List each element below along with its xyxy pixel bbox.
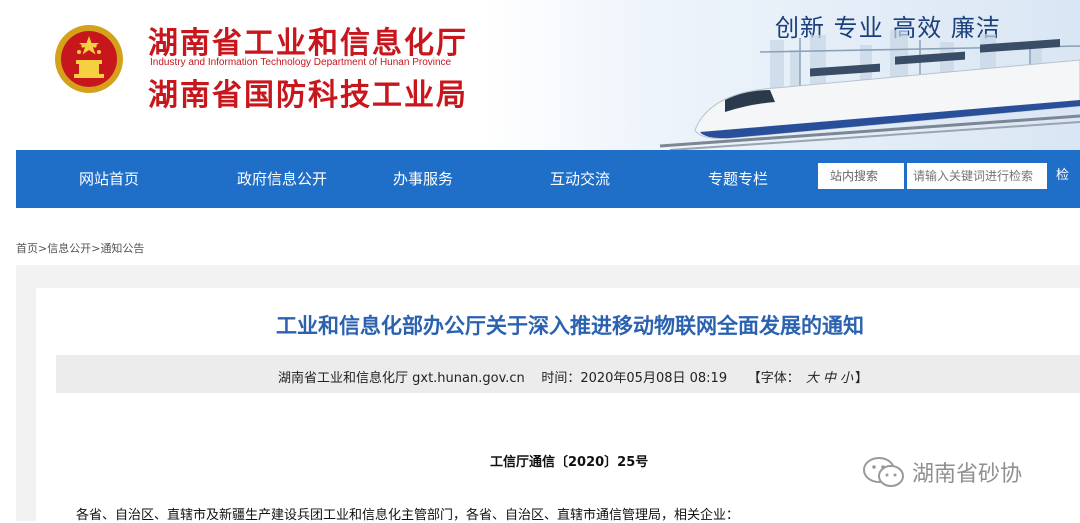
article-title: 工业和信息化部办公厅关于深入推进移动物联网全面发展的通知 xyxy=(276,314,864,338)
national-emblem-icon xyxy=(55,25,123,93)
font-size-prefix: 【字体： xyxy=(747,371,800,386)
nav-item-interaction[interactable]: 互动交流 xyxy=(520,150,640,208)
wechat-icon xyxy=(863,457,904,487)
font-size-medium-button[interactable]: 中 xyxy=(823,371,836,386)
search-button[interactable]: 检 xyxy=(1056,163,1069,189)
nav-item-services[interactable]: 办事服务 xyxy=(363,150,483,208)
nav-item-home[interactable]: 网站首页 xyxy=(49,150,169,208)
breadcrumb-info[interactable]: 信息公开 xyxy=(47,242,91,255)
article-addressee: 各省、自治区、直辖市及新疆生产建设兵团工业和信息化主管部门，各省、自治区、直辖市… xyxy=(76,508,740,523)
department-name-cn: 湖南省工业和信息化厅 xyxy=(148,26,468,61)
font-size-small-button[interactable]: 小 xyxy=(840,371,853,386)
search-input[interactable] xyxy=(907,163,1047,189)
article-source: 湖南省工业和信息化厅 gxt.hunan.gov.cn xyxy=(278,371,525,386)
breadcrumb-notice[interactable]: 通知公告 xyxy=(100,242,144,255)
breadcrumb-home[interactable]: 首页 xyxy=(16,242,38,255)
nav-item-topics[interactable]: 专题专栏 xyxy=(678,150,798,208)
nav-item-gov-info[interactable]: 政府信息公开 xyxy=(222,150,342,208)
high-speed-train-banner xyxy=(659,30,1080,150)
department-name-en: Industry and Information Technology Depa… xyxy=(150,57,452,68)
wechat-watermark: 湖南省砂协 xyxy=(862,452,1022,492)
article-time: 2020年05月08日 08:19 xyxy=(580,371,728,386)
watermark-text: 湖南省砂协 xyxy=(912,462,1023,487)
site-header: 湖南省工业和信息化厅 Industry and Information Tech… xyxy=(0,0,1080,150)
breadcrumb: 首页>信息公开>通知公告 xyxy=(16,240,144,256)
document-number: 工信厅通信〔2020〕25号 xyxy=(490,455,649,470)
article-meta: 湖南省工业和信息化厅 gxt.hunan.gov.cn 时间：2020年05月0… xyxy=(278,367,868,386)
article-time-label: 时间： xyxy=(541,371,581,386)
font-size-suffix: 】 xyxy=(854,371,868,386)
main-nav: 网站首页 政府信息公开 办事服务 互动交流 专题专栏 站内搜索 检 xyxy=(16,150,1080,208)
breadcrumb-separator: > xyxy=(38,242,48,255)
site-search-label: 站内搜索 xyxy=(818,163,904,189)
bureau-name-cn: 湖南省国防科技工业局 xyxy=(148,78,468,113)
font-size-large-button[interactable]: 大 xyxy=(806,371,819,386)
